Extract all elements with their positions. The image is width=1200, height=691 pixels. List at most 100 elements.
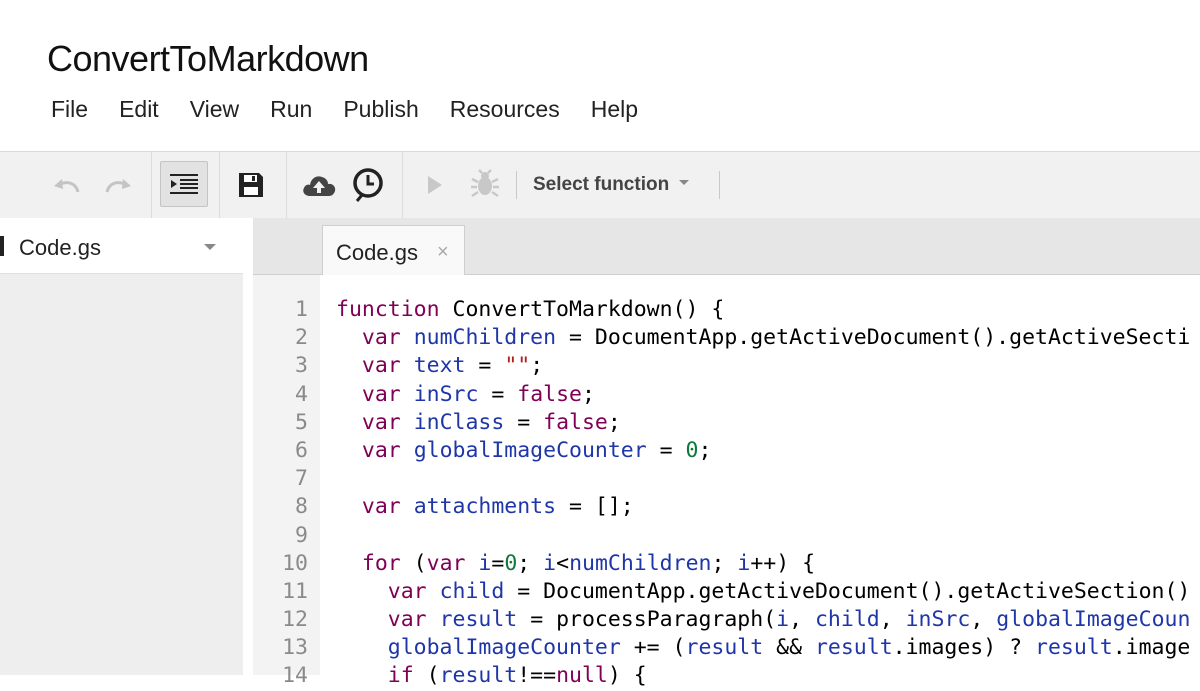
code-line[interactable]: 13 globalImageCounter += (result && resu… [253,634,1200,662]
selection-marker [0,236,4,256]
code-token: var [361,494,401,520]
code-line[interactable]: 3 var text = ""; [253,352,1200,380]
menu-file[interactable]: File [51,96,88,123]
code-token: result [1035,635,1113,661]
code-token: ( [413,663,440,689]
debug-icon [471,169,499,198]
code-token: ; [517,550,544,576]
code-token: i [478,550,492,576]
code-token: globalImageCounter [387,635,621,661]
code-line[interactable]: 1 function ConvertToMarkdown() { [253,296,1200,324]
code-token: += ( [620,635,686,661]
code-line[interactable]: 4 var inSrc = false; [253,381,1200,409]
code-token: = [646,437,686,463]
chevron-down-icon[interactable] [204,244,216,250]
code-line[interactable]: 8 var attachments = []; [253,493,1200,521]
run-icon [428,176,442,194]
project-title[interactable]: ConvertToMarkdown [47,38,369,80]
menu-publish[interactable]: Publish [343,96,418,123]
code-line[interactable]: 6 var globalImageCounter = 0; [253,437,1200,465]
code-token: text [413,353,466,379]
code-token: , [970,607,997,633]
code-token: inSrc [413,381,479,407]
run-button[interactable] [421,170,449,200]
code-line[interactable]: 11 var child = DocumentApp.getActiveDocu… [253,578,1200,606]
undo-icon [54,179,80,193]
code-token: inClass [413,409,505,435]
redo-button[interactable] [101,170,135,200]
menu-help[interactable]: Help [591,96,638,123]
close-icon[interactable]: × [437,241,449,264]
indent-button[interactable] [160,161,208,207]
code-token: var [361,381,401,407]
code-text: globalImageCounter += (result && result.… [336,634,1191,662]
select-function-dropdown[interactable]: Select function [533,174,690,196]
code-token: = [491,550,505,576]
line-number: 10 [282,550,308,576]
code-token: i [776,607,790,633]
menu-edit[interactable]: Edit [119,96,159,123]
code-token: var [361,353,401,379]
toolbar-divider [516,171,517,199]
code-text: if (result!==null) { [336,662,647,690]
debug-button[interactable] [467,167,503,201]
line-number: 2 [295,325,308,351]
code-token: i [737,550,751,576]
code-line[interactable]: 9 [253,522,1200,550]
toolbar: Select function [0,151,1200,219]
tab-code-gs[interactable]: Code.gs × [322,225,465,275]
cloud-upload-icon [303,176,336,196]
code-token: ; [698,437,712,463]
menu-bar: File Edit View Run Publish Resources Hel… [51,96,669,123]
triggers-button[interactable] [349,165,387,205]
code-line[interactable]: 10 for (var i=0; i<numChildren; i++) { [253,550,1200,578]
code-token: = []; [556,494,634,520]
code-token: var [361,409,401,435]
line-number: 13 [282,635,308,661]
code-token: ; [582,381,595,407]
code-line[interactable]: 2 var numChildren = DocumentApp.getActiv… [253,324,1200,352]
code-token: globalImageCoun [996,607,1191,633]
code-line[interactable]: 7 [253,465,1200,493]
menu-view[interactable]: View [190,96,239,123]
code-line[interactable]: 12 var result = processParagraph(i, chil… [253,606,1200,634]
tab-label: Code.gs [336,240,418,265]
line-number: 8 [295,494,308,520]
code-token: = [478,381,518,407]
undo-button[interactable] [50,170,84,200]
code-token: , [789,607,815,633]
code-token: result [439,663,518,689]
code-line[interactable]: 5 var inClass = false; [253,409,1200,437]
code-token: result [814,635,893,661]
code-text: var inClass = false; [336,409,621,437]
save-button[interactable] [233,168,269,202]
sidebar-file-name: Code.gs [19,235,101,260]
toolbar-divider [402,152,403,218]
sidebar-file-item[interactable]: Code.gs [0,218,243,274]
menu-resources[interactable]: Resources [450,96,560,123]
code-line[interactable]: 14 if (result!==null) { [253,662,1200,690]
code-token: attachments [413,494,557,520]
code-token: = DocumentApp.getActiveDocument().getAct… [504,578,1191,604]
deploy-button[interactable] [299,168,339,202]
line-number: 1 [295,297,308,322]
menu-run[interactable]: Run [270,96,312,123]
line-number: 5 [295,409,308,435]
code-token: ( [400,550,427,576]
code-token: 0 [685,437,699,463]
code-token: numChildren [569,550,712,576]
